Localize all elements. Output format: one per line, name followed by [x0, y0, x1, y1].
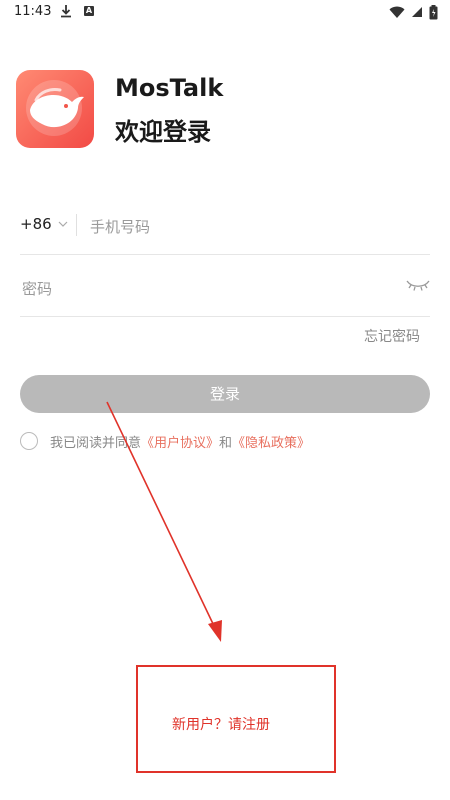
country-code: +86: [20, 215, 52, 233]
password-row: [20, 262, 430, 317]
app-logo: [16, 70, 94, 148]
phone-row: +86: [20, 200, 430, 255]
register-link[interactable]: 新用户？请注册: [172, 714, 270, 734]
agreement-checkbox[interactable]: [20, 432, 38, 450]
user-agreement-link[interactable]: 《用户协议》: [141, 432, 219, 451]
agreement-prefix: 我已阅读并同意: [50, 435, 142, 451]
a-notification-icon: A: [84, 6, 94, 16]
chevron-down-icon: [58, 221, 68, 227]
login-button[interactable]: 登录: [20, 375, 430, 413]
agreement-row: 我已阅读并同意 《用户协议》 和 《隐私政策》: [20, 430, 310, 452]
welcome-title: 欢迎登录: [115, 118, 211, 146]
privacy-policy-link[interactable]: 《隐私政策》: [232, 432, 310, 451]
agreement-and: 和: [219, 435, 233, 451]
eye-closed-icon[interactable]: [406, 278, 430, 292]
divider: [76, 214, 77, 236]
status-time: 11:43: [14, 4, 52, 19]
country-code-selector[interactable]: +86: [20, 215, 68, 233]
download-icon: [61, 5, 71, 18]
password-input[interactable]: [20, 274, 384, 304]
phone-input[interactable]: [88, 212, 422, 242]
battery-icon: [429, 4, 438, 19]
status-bar: 11:43 A: [0, 0, 450, 26]
whale-logo-icon: [26, 80, 84, 136]
signal-icon: [412, 7, 422, 17]
wifi-icon: [389, 6, 405, 18]
app-name: MosTalk: [115, 74, 224, 102]
forgot-password-link[interactable]: 忘记密码: [364, 326, 420, 346]
